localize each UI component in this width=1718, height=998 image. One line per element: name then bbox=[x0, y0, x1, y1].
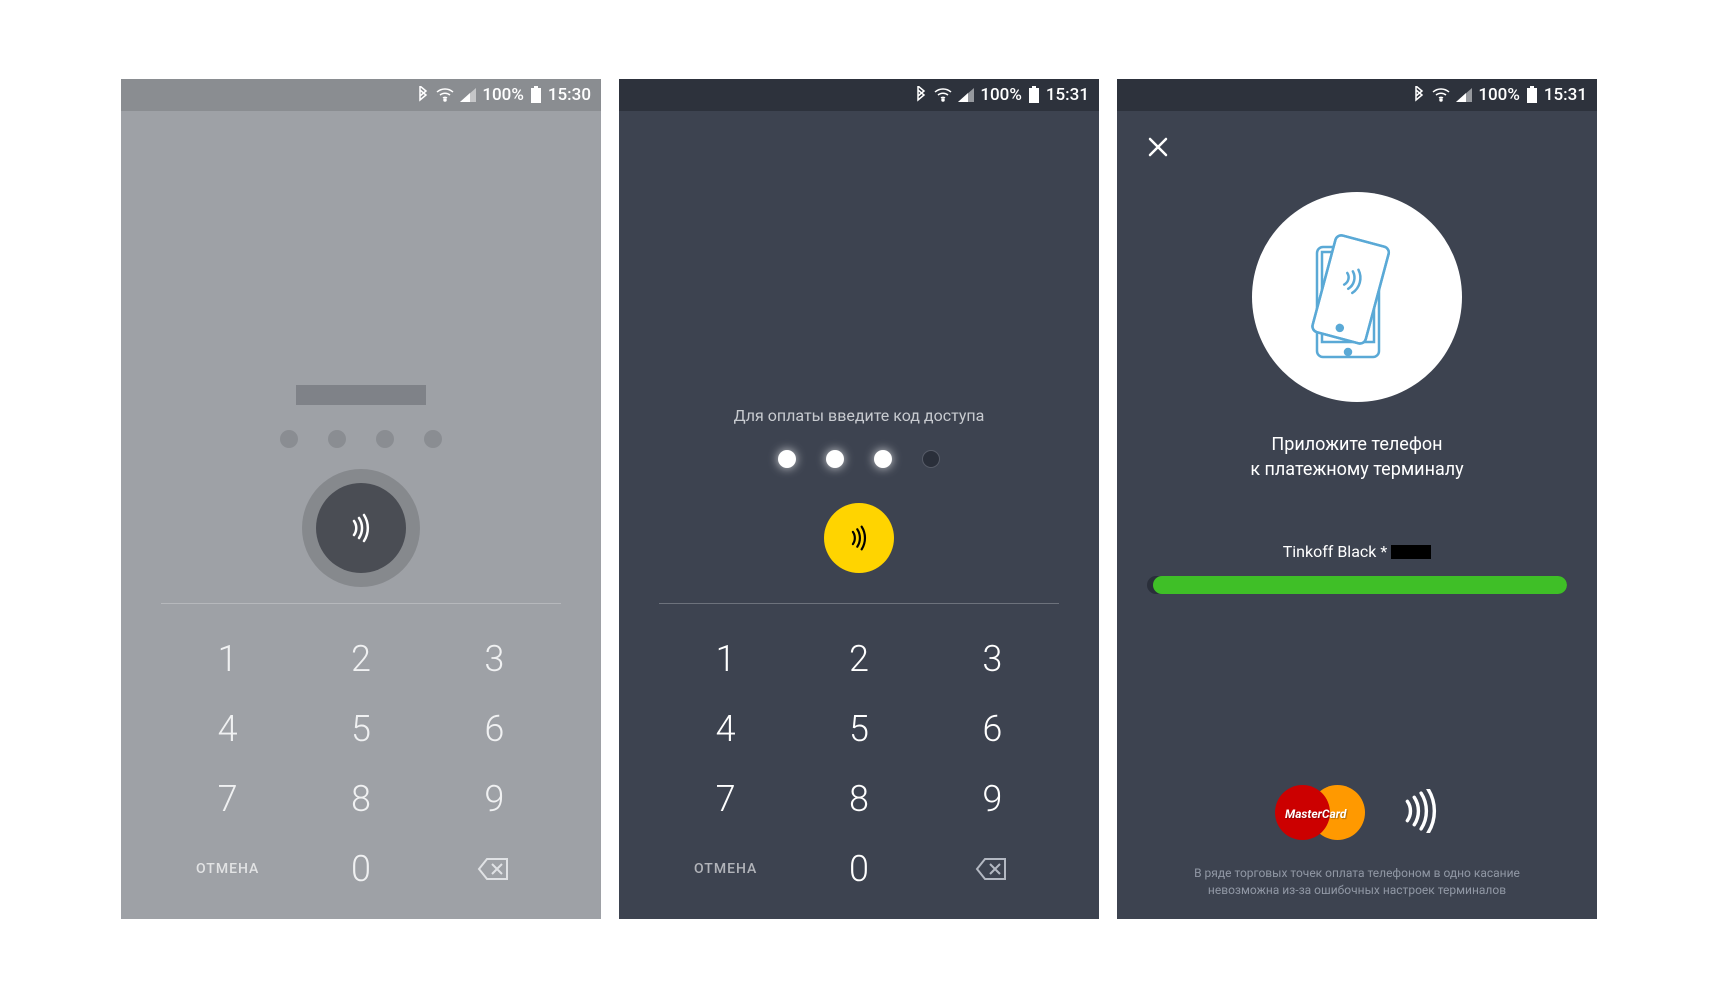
pin-header-area bbox=[121, 111, 601, 603]
bluetooth-icon bbox=[914, 86, 928, 104]
pin-header-area: Для оплаты введите код доступа bbox=[619, 111, 1099, 603]
key-1[interactable]: 1 bbox=[659, 624, 792, 694]
wifi-icon bbox=[436, 88, 454, 102]
key-7[interactable]: 7 bbox=[161, 764, 294, 834]
status-bar: 100% 15:30 bbox=[121, 79, 601, 111]
clock: 15:31 bbox=[1544, 85, 1587, 105]
bluetooth-icon bbox=[416, 86, 430, 104]
backspace-button[interactable] bbox=[926, 834, 1059, 904]
pin-dot bbox=[376, 430, 394, 448]
clock: 15:31 bbox=[1046, 85, 1089, 105]
key-3[interactable]: 3 bbox=[926, 624, 1059, 694]
key-0[interactable]: 0 bbox=[294, 834, 427, 904]
key-5[interactable]: 5 bbox=[792, 694, 925, 764]
prompt-placeholder bbox=[296, 385, 426, 405]
mastercard-logo: MasterCard bbox=[1275, 785, 1365, 840]
card-name: Tinkoff Black * bbox=[1283, 542, 1388, 561]
battery-percent: 100% bbox=[1478, 85, 1520, 105]
footer-line-1: В ряде торговых точек оплата телефоном в… bbox=[1194, 865, 1520, 882]
key-8[interactable]: 8 bbox=[294, 764, 427, 834]
key-7[interactable]: 7 bbox=[659, 764, 792, 834]
backspace-icon bbox=[477, 848, 511, 890]
pin-dot bbox=[328, 430, 346, 448]
cancel-button[interactable]: ОТМЕНА bbox=[161, 834, 294, 904]
battery-icon bbox=[1028, 86, 1040, 104]
key-9[interactable]: 9 bbox=[428, 764, 561, 834]
card-label: Tinkoff Black * bbox=[1283, 542, 1432, 561]
wifi-icon bbox=[934, 88, 952, 102]
battery-percent: 100% bbox=[980, 85, 1022, 105]
key-2[interactable]: 2 bbox=[792, 624, 925, 694]
key-6[interactable]: 6 bbox=[428, 694, 561, 764]
nfc-button[interactable] bbox=[316, 483, 406, 573]
status-bar: 100% 15:31 bbox=[619, 79, 1099, 111]
screen-tap-to-pay: 100% 15:31 bbox=[1117, 79, 1597, 919]
key-1[interactable]: 1 bbox=[161, 624, 294, 694]
contactless-icon bbox=[1395, 789, 1439, 837]
signal-icon bbox=[460, 88, 476, 102]
pin-dot bbox=[424, 430, 442, 448]
card-number-redacted bbox=[1391, 545, 1431, 559]
battery-percent: 100% bbox=[482, 85, 524, 105]
key-8[interactable]: 8 bbox=[792, 764, 925, 834]
nfc-button[interactable] bbox=[824, 503, 894, 573]
signal-icon bbox=[1456, 88, 1472, 102]
backspace-icon bbox=[975, 848, 1009, 890]
tap-illustration bbox=[1252, 192, 1462, 402]
key-2[interactable]: 2 bbox=[294, 624, 427, 694]
pin-dot-empty bbox=[922, 450, 940, 468]
key-4[interactable]: 4 bbox=[659, 694, 792, 764]
pin-dot-filled bbox=[874, 450, 892, 468]
key-4[interactable]: 4 bbox=[161, 694, 294, 764]
progress-bar bbox=[1147, 576, 1567, 594]
close-button[interactable] bbox=[1147, 143, 1169, 162]
backspace-button[interactable] bbox=[428, 834, 561, 904]
progress-fill bbox=[1153, 576, 1567, 594]
wifi-icon bbox=[1432, 88, 1450, 102]
status-bar: 100% 15:31 bbox=[1117, 79, 1597, 111]
pin-dot-filled bbox=[826, 450, 844, 468]
tap-instruction: Приложите телефон к платежному терминалу bbox=[1250, 432, 1463, 482]
signal-icon bbox=[958, 88, 974, 102]
instruction-line-2: к платежному терминалу bbox=[1250, 457, 1463, 482]
cancel-button[interactable]: ОТМЕНА bbox=[659, 834, 792, 904]
footer-note: В ряде торговых точек оплата телефоном в… bbox=[1194, 865, 1520, 899]
payment-logos: MasterCard bbox=[1275, 785, 1439, 840]
contactless-icon bbox=[345, 512, 377, 544]
pin-dot-filled bbox=[778, 450, 796, 468]
clock: 15:30 bbox=[548, 85, 591, 105]
screen-pin-entry: 100% 15:31 Для оплаты введите код доступ… bbox=[619, 79, 1099, 919]
battery-icon bbox=[1526, 86, 1538, 104]
pin-prompt: Для оплаты введите код доступа bbox=[734, 406, 985, 425]
key-5[interactable]: 5 bbox=[294, 694, 427, 764]
instruction-line-1: Приложите телефон bbox=[1250, 432, 1463, 457]
bluetooth-icon bbox=[1412, 86, 1426, 104]
screen-pin-locked: 100% 15:30 bbox=[121, 79, 601, 919]
footer-line-2: невозможна из-за ошибочных настроек терм… bbox=[1194, 882, 1520, 899]
key-0[interactable]: 0 bbox=[792, 834, 925, 904]
pin-dot bbox=[280, 430, 298, 448]
keypad: 1 2 3 4 5 6 7 8 9 ОТМЕНА 0 bbox=[161, 603, 561, 919]
battery-icon bbox=[530, 86, 542, 104]
key-9[interactable]: 9 bbox=[926, 764, 1059, 834]
key-6[interactable]: 6 bbox=[926, 694, 1059, 764]
key-3[interactable]: 3 bbox=[428, 624, 561, 694]
pin-dots bbox=[280, 430, 442, 448]
pin-dots bbox=[778, 450, 940, 468]
keypad: 1 2 3 4 5 6 7 8 9 ОТМЕНА 0 bbox=[659, 603, 1059, 919]
contactless-icon bbox=[845, 524, 873, 552]
